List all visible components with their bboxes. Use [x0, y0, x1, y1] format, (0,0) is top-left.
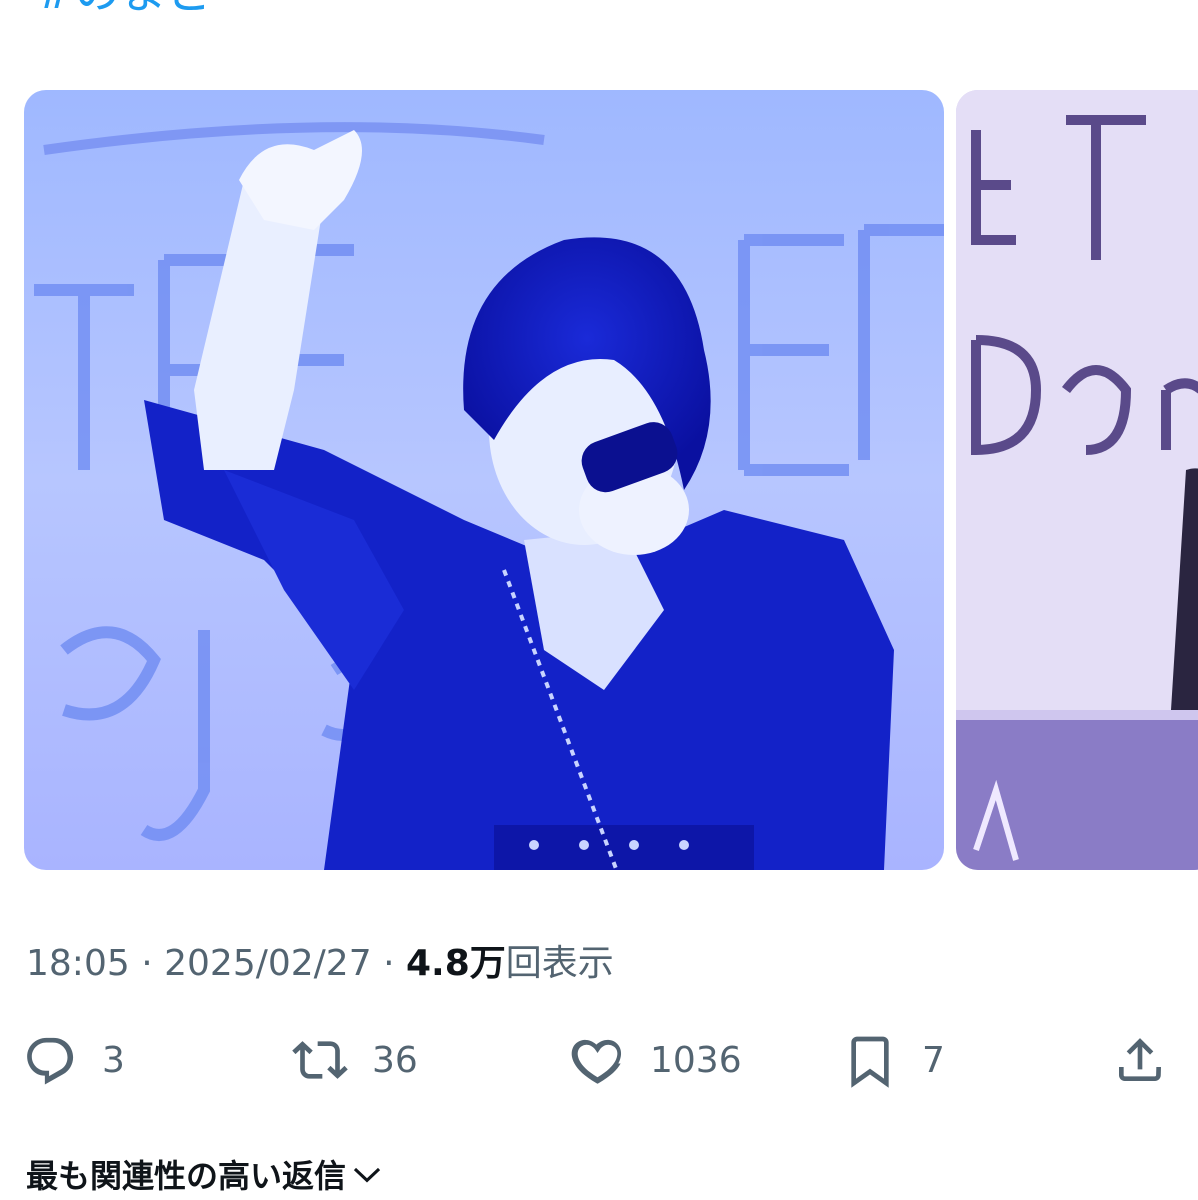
replies-sort-label: 最も関連性の高い返信 — [26, 1157, 347, 1195]
views-count[interactable]: 4.8万 — [406, 943, 506, 984]
share-button[interactable] — [1112, 1028, 1168, 1092]
hashtag-link[interactable]: #のまど — [36, 0, 213, 22]
tweet-timestamp-row: 18:05 · 2025/02/27 · 4.8万回表示 — [26, 938, 614, 990]
tweet-date[interactable]: 2025/02/27 — [164, 943, 372, 984]
media-carousel[interactable] — [0, 90, 1198, 872]
reply-button[interactable]: 3 — [22, 1028, 125, 1092]
retweet-count: 36 — [372, 1039, 418, 1081]
bookmark-icon — [851, 1036, 889, 1088]
bookmark-count: 7 — [922, 1039, 945, 1081]
share-icon — [1119, 1038, 1161, 1081]
retweet-button[interactable]: 36 — [292, 1028, 418, 1092]
tweet-photo-2[interactable] — [956, 90, 1198, 870]
reply-count: 3 — [102, 1039, 125, 1081]
views-label[interactable]: 回表示 — [506, 943, 614, 984]
like-button[interactable]: 1036 — [570, 1028, 742, 1092]
tweet-photo-1[interactable] — [24, 90, 944, 870]
replies-sort-selector[interactable]: 最も関連性の高い返信 — [26, 1148, 384, 1200]
like-count: 1036 — [650, 1039, 742, 1081]
meta-separator: · — [141, 943, 153, 984]
retweet-icon — [292, 1041, 348, 1079]
performer-photo-image — [24, 90, 944, 870]
meta-separator: · — [383, 943, 395, 984]
reply-icon — [27, 1037, 74, 1085]
chevron-down-icon — [353, 1167, 381, 1183]
tweet-time[interactable]: 18:05 — [26, 943, 130, 984]
stage-photo-image — [956, 90, 1198, 870]
tweet-action-bar: 3 36 1036 7 — [0, 1028, 1198, 1092]
heart-icon — [571, 1039, 622, 1084]
bookmark-button[interactable]: 7 — [842, 1028, 945, 1092]
